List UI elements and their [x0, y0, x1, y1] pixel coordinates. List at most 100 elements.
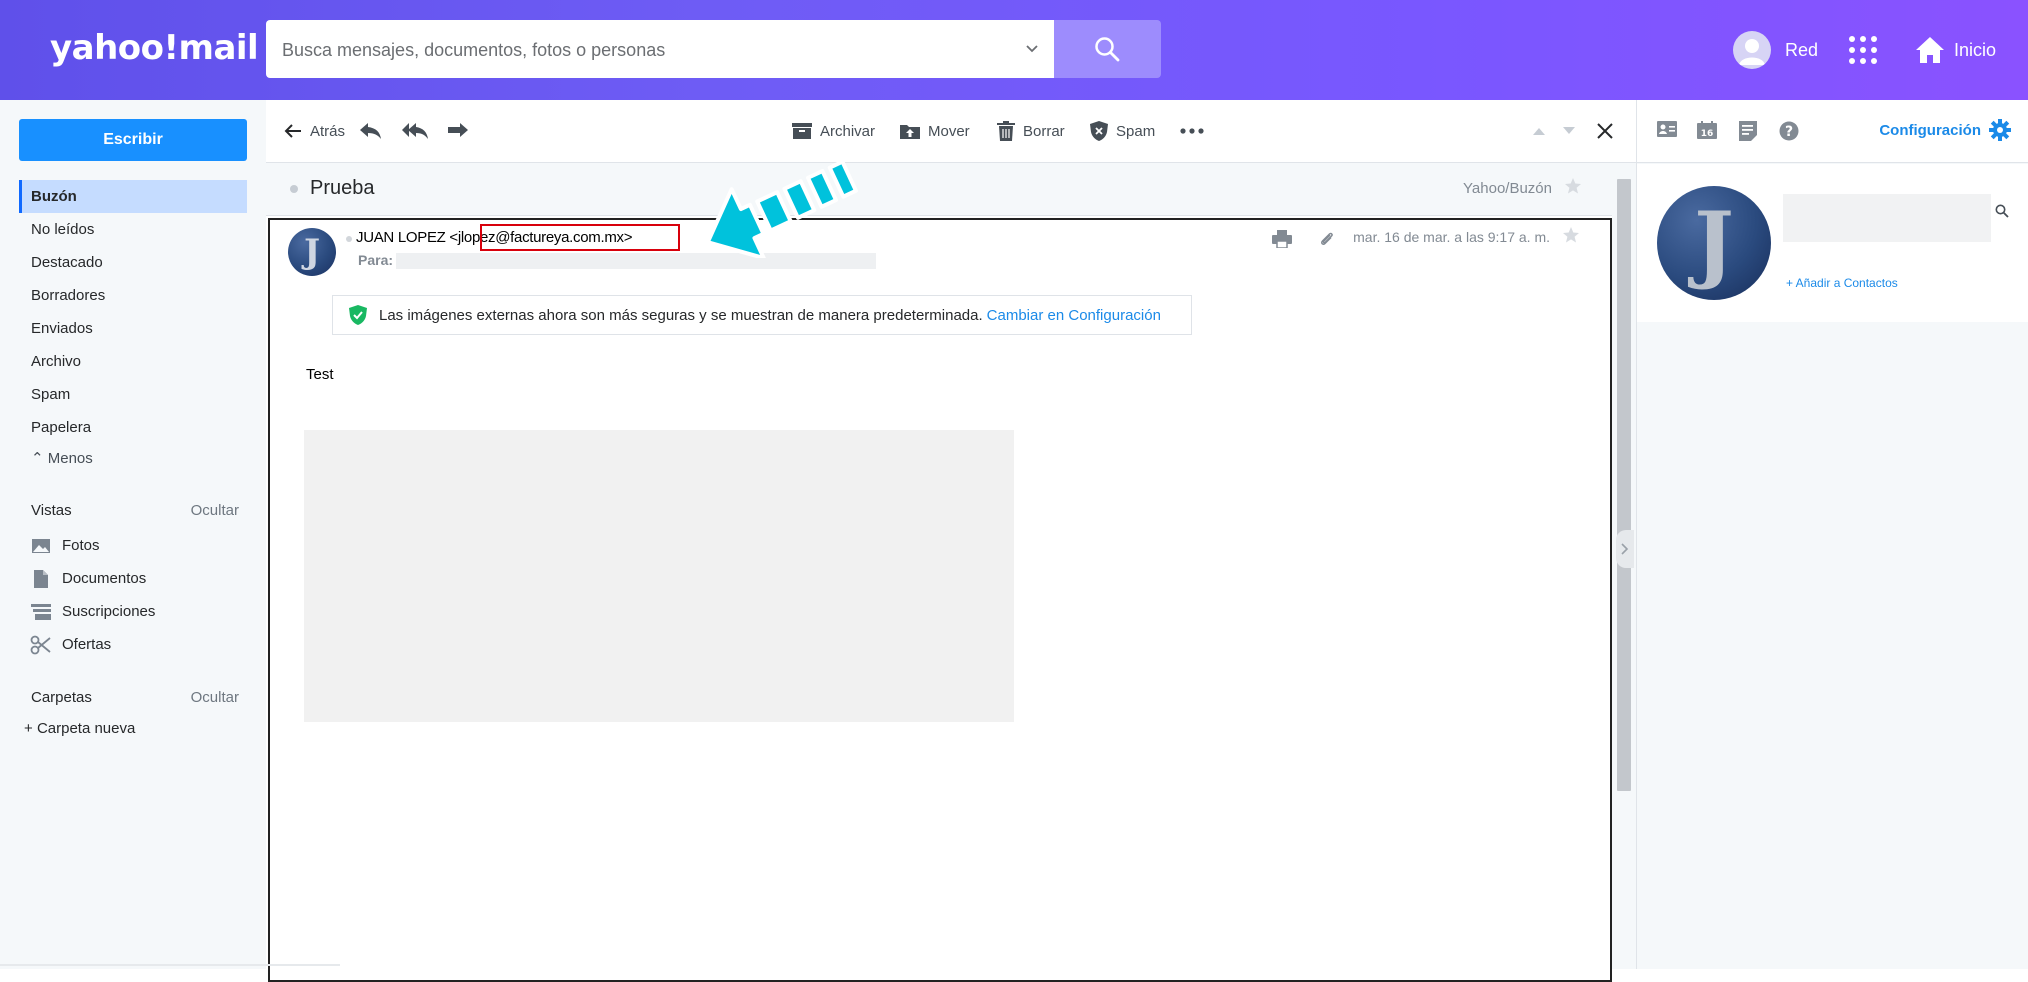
photo-icon — [29, 538, 53, 554]
reply-button[interactable] — [358, 119, 390, 143]
search-icon[interactable] — [1995, 204, 2009, 223]
yahoo-mail-logo[interactable]: yahoo!mail — [50, 28, 259, 68]
view-item-photos[interactable]: Fotos — [29, 529, 100, 562]
highlight-box — [480, 224, 680, 251]
apps-grid-icon[interactable] — [1848, 35, 1878, 70]
star-icon[interactable] — [1564, 177, 1582, 200]
folder-nav: Buzón No leídos Destacado Borradores Env… — [19, 180, 247, 474]
views-hide-toggle[interactable]: Ocultar — [191, 502, 239, 519]
message-toolbar: Atrás Archivar Mover Borrar Spam — [266, 100, 1636, 163]
contact-avatar: J — [1657, 186, 1771, 300]
folders-hide-toggle[interactable]: Ocultar — [191, 689, 239, 706]
chevron-down-icon[interactable] — [1024, 40, 1040, 61]
chevron-up-icon — [1533, 128, 1545, 135]
svg-text:?: ? — [1785, 124, 1793, 140]
calendar-icon[interactable]: 16 — [1697, 121, 1717, 144]
view-label-documents: Documentos — [62, 570, 147, 587]
folders-title: Carpetas — [31, 689, 92, 706]
home-label: Inicio — [1954, 39, 1997, 60]
unread-dot-icon[interactable] — [290, 185, 298, 193]
contacts-icon[interactable] — [1657, 121, 1677, 142]
message-subject: Prueba — [310, 177, 375, 199]
home-link[interactable]: Inicio — [1914, 28, 1996, 72]
contact-card: J + Añadir a Contactos — [1637, 164, 2028, 322]
plus-icon: + — [24, 720, 33, 737]
print-icon[interactable] — [1272, 230, 1292, 253]
next-message-button[interactable] — [1562, 119, 1584, 143]
add-to-contacts-link[interactable]: + Añadir a Contactos — [1786, 276, 1898, 290]
view-item-documents[interactable]: Documentos — [29, 562, 146, 595]
archive-label: Archivar — [820, 122, 876, 140]
new-folder-button[interactable]: + Carpeta nueva — [24, 720, 135, 737]
nav-item-archive[interactable]: Archivo — [19, 345, 247, 378]
view-item-deals[interactable]: Ofertas — [29, 628, 111, 661]
more-horizontal-icon — [1180, 128, 1204, 134]
spam-button[interactable]: Spam — [1090, 119, 1155, 143]
bottom-divider — [0, 964, 340, 966]
move-folder-icon — [900, 125, 920, 139]
left-sidebar: Escribir Buzón No leídos Destacado Borra… — [0, 100, 266, 969]
user-name: Red — [1785, 39, 1819, 60]
move-button[interactable]: Mover — [900, 119, 970, 143]
right-pane-toolbar: 16 ? Configuración — [1637, 100, 2028, 163]
attachment-icon[interactable] — [1318, 230, 1336, 253]
nav-item-trash[interactable]: Papelera — [19, 411, 247, 444]
message-body-image-placeholder — [304, 430, 1014, 722]
chevron-down-icon — [1563, 127, 1575, 134]
delete-button[interactable]: Borrar — [997, 119, 1065, 143]
scrollbar-thumb[interactable] — [1617, 179, 1631, 791]
more-actions-button[interactable] — [1180, 119, 1212, 143]
nav-item-unread[interactable]: No leídos — [19, 213, 247, 246]
message-folder-path: Yahoo/Buzón — [1463, 180, 1552, 197]
nav-item-spam[interactable]: Spam — [19, 378, 247, 411]
scissors-icon — [29, 635, 53, 655]
search-input[interactable] — [280, 20, 1024, 80]
help-icon[interactable]: ? — [1779, 121, 1799, 146]
archive-button[interactable]: Archivar — [792, 119, 875, 143]
top-header: yahoo!mail Red Inicio — [0, 0, 2028, 100]
forward-button[interactable] — [446, 119, 478, 143]
search-button[interactable] — [1054, 20, 1161, 78]
show-less-toggle[interactable]: ⌃ Menos — [19, 444, 247, 474]
chevron-right-icon — [1621, 543, 1629, 555]
message-date: mar. 16 de mar. a las 9:17 a. m. — [1353, 229, 1550, 245]
message-card: J JUAN LOPEZ <jlopez@factureya.com.mx> P… — [268, 218, 1612, 982]
search-box — [266, 20, 1054, 80]
nav-item-sent[interactable]: Enviados — [19, 312, 247, 345]
user-menu[interactable]: Red — [1733, 28, 1818, 72]
collapse-pane-handle[interactable] — [1616, 530, 1634, 568]
nav-item-inbox[interactable]: Buzón — [19, 180, 247, 213]
shield-check-icon — [349, 305, 367, 325]
view-label-subscriptions: Suscripciones — [62, 603, 156, 620]
views-section-header: Vistas Ocultar — [31, 502, 239, 519]
arrow-left-icon — [284, 124, 301, 138]
settings-label: Configuración — [1879, 121, 1981, 139]
reply-all-icon — [402, 123, 428, 139]
move-label: Mover — [928, 122, 970, 140]
external-images-notice: Las imágenes externas ahora son más segu… — [332, 295, 1192, 335]
user-avatar-icon — [1733, 31, 1771, 69]
nav-item-drafts[interactable]: Borradores — [19, 279, 247, 312]
compose-button[interactable]: Escribir — [19, 119, 247, 161]
close-message-button[interactable] — [1596, 119, 1622, 143]
previous-message-button[interactable] — [1532, 119, 1554, 143]
message-body-text: Test — [306, 366, 334, 383]
notepad-icon[interactable] — [1739, 121, 1757, 146]
view-label-deals: Ofertas — [62, 636, 112, 653]
home-icon — [1916, 37, 1944, 63]
sender-avatar[interactable]: J — [288, 228, 336, 276]
svg-text:16: 16 — [1701, 129, 1714, 139]
back-button[interactable]: Atrás — [284, 119, 345, 143]
star-icon[interactable] — [1562, 226, 1580, 249]
settings-link[interactable]: Configuración — [1879, 119, 2011, 141]
archive-icon — [792, 123, 812, 139]
new-folder-label: Carpeta nueva — [36, 720, 136, 737]
subscriptions-icon — [29, 603, 53, 621]
view-label-photos: Fotos — [62, 537, 100, 554]
document-icon — [29, 569, 53, 589]
nav-item-starred[interactable]: Destacado — [19, 246, 247, 279]
folders-section-header: Carpetas Ocultar — [31, 689, 239, 706]
view-item-subscriptions[interactable]: Suscripciones — [29, 595, 155, 628]
reply-all-button[interactable] — [401, 119, 437, 143]
change-settings-link[interactable]: Cambiar en Configuración — [987, 307, 1161, 324]
